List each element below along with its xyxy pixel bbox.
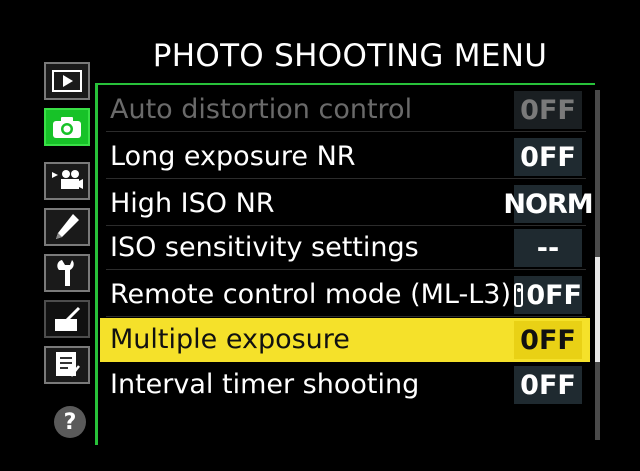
row-divider	[106, 131, 586, 132]
playback-icon	[52, 70, 82, 92]
menu-item-value: 0FF	[514, 91, 582, 129]
help-icon: ?	[63, 409, 77, 435]
my-menu-tab[interactable]	[44, 346, 90, 384]
menu-item-interval-timer-shooting[interactable]: Interval timer shooting 0FF	[100, 363, 590, 407]
menu-item-value: 0FF	[514, 366, 582, 404]
menu-item-value: 0FF	[526, 279, 582, 311]
menu-item-label: Auto distortion control	[110, 94, 413, 125]
menu-item-remote-control-mode[interactable]: Remote control mode (ML-L3) 0FF	[100, 273, 590, 317]
menu-title: PHOTO SHOOTING MENU	[152, 38, 548, 74]
row-divider	[106, 269, 586, 270]
menu-item-label: Long exposure NR	[110, 141, 356, 172]
row-divider	[106, 178, 586, 179]
menu-item-iso-sensitivity-settings[interactable]: ISO sensitivity settings --	[100, 226, 590, 270]
menu-item-label: ISO sensitivity settings	[110, 232, 419, 263]
retouch-brush-icon	[55, 306, 81, 331]
playback-menu-tab[interactable]	[44, 62, 90, 100]
scrollbar-thumb[interactable]	[595, 257, 600, 362]
menu-item-label: High ISO NR	[110, 188, 275, 219]
camera-icon	[53, 117, 81, 138]
menu-tab-column: ?	[40, 58, 98, 448]
wrench-icon	[57, 260, 74, 286]
menu-item-label: Remote control mode (ML-L3)	[110, 279, 511, 310]
menu-item-value: --	[514, 229, 582, 267]
camera-menu-screen: PHOTO SHOOTING MENU ? Auto distortion co…	[0, 0, 640, 471]
menu-scrollbar[interactable]	[595, 90, 600, 440]
retouch-menu-tab[interactable]	[44, 300, 90, 338]
menu-item-value: 0FF	[514, 138, 582, 176]
setup-menu-tab[interactable]	[44, 254, 90, 292]
menu-item-auto-distortion-control[interactable]: Auto distortion control 0FF	[100, 88, 590, 132]
my-menu-list-icon	[56, 352, 80, 377]
menu-item-value-group: 0FF	[514, 276, 582, 314]
menu-item-high-iso-nr[interactable]: High ISO NR NORM	[100, 182, 594, 226]
row-divider	[106, 316, 586, 317]
movie-shooting-menu-tab[interactable]	[44, 162, 90, 200]
menu-item-value: NORM	[503, 185, 594, 223]
menu-item-multiple-exposure[interactable]: Multiple exposure 0FF	[100, 318, 590, 362]
photo-shooting-menu-tab[interactable]	[44, 108, 90, 146]
help-button[interactable]: ?	[54, 406, 86, 438]
pencil-icon	[56, 214, 79, 239]
menu-item-label: Interval timer shooting	[110, 369, 420, 400]
remote-control-icon	[514, 283, 524, 307]
menu-item-label: Multiple exposure	[110, 324, 350, 355]
menu-item-value: 0FF	[514, 321, 582, 359]
menu-item-long-exposure-nr[interactable]: Long exposure NR 0FF	[100, 135, 590, 179]
custom-settings-menu-tab[interactable]	[44, 208, 90, 246]
movie-camera-icon	[52, 170, 83, 189]
